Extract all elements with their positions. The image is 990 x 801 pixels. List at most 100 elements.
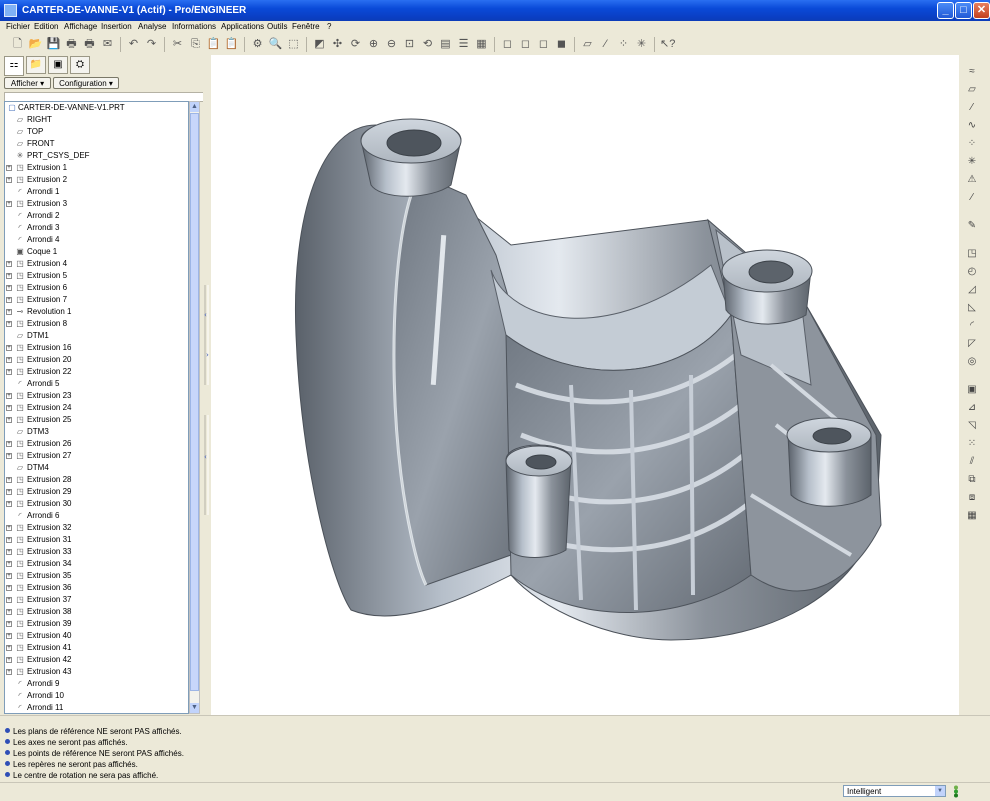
menu-help[interactable]: ? [327,22,331,31]
expand-toggle-icon[interactable]: + [6,609,12,615]
expand-toggle-icon[interactable]: + [6,357,12,363]
wireframe-icon[interactable]: ◻ [500,37,515,52]
sketch-tool-icon[interactable]: ≈ [964,65,980,79]
expand-toggle-icon[interactable]: + [6,525,12,531]
expand-toggle-icon[interactable]: + [6,201,12,207]
connections-tab[interactable]: ⛭ [70,56,90,74]
sweep-tool-icon[interactable]: ◿ [964,283,980,297]
blend-tool-icon[interactable]: ◺ [964,301,980,315]
expand-toggle-icon[interactable]: + [6,261,12,267]
expand-toggle-icon[interactable]: + [6,537,12,543]
expand-toggle-icon[interactable]: + [6,165,12,171]
tree-scrollbar[interactable]: ▲ ▼ [189,101,200,714]
open-file-icon[interactable]: 📂 [28,37,43,52]
menu-fichier[interactable]: Fichier [6,22,30,31]
undo-icon[interactable]: ↶ [126,37,141,52]
menu-outils[interactable]: Outils [267,22,287,31]
print-icon[interactable]: 🖶 [64,37,79,52]
save-icon[interactable]: 💾 [46,37,61,52]
shading-icon[interactable]: ◼ [554,37,569,52]
csys-display-icon[interactable]: ✳ [634,37,649,52]
favorites-tab[interactable]: ▣ [48,56,68,74]
zoom-out-icon[interactable]: ⊖ [384,37,399,52]
app-icon[interactable] [4,4,17,17]
expand-toggle-icon[interactable]: + [6,393,12,399]
datum-axis-display-icon[interactable]: ⁄ [598,37,613,52]
datum-point-display-icon[interactable]: ⁘ [616,37,631,52]
paste-special-icon[interactable]: 📋 [224,37,239,52]
close-button[interactable]: ✕ [973,2,990,19]
revolve-tool-icon[interactable]: ◴ [964,265,980,279]
panel-splitter[interactable]: ‹ › ‹ [203,55,211,715]
graphics-window[interactable] [211,55,959,715]
round-tool-icon[interactable]: ◜ [964,319,980,333]
expand-toggle-icon[interactable]: + [6,297,12,303]
cut-icon[interactable]: ✂ [170,37,185,52]
chamfer-tool-icon[interactable]: ◸ [964,337,980,351]
expand-toggle-icon[interactable]: + [6,453,12,459]
annotation-tool-icon[interactable]: ✎ [964,219,980,233]
copy-icon[interactable]: ⎘ [188,37,203,52]
model-tree[interactable]: ▢ CARTER-DE-VANNE-V1.PRT ▱ RIGHT ▱ TOP ▱ FRON… [4,101,189,714]
minimize-button[interactable]: _ [937,2,954,19]
expand-toggle-icon[interactable]: + [6,549,12,555]
expand-toggle-icon[interactable]: + [6,501,12,507]
scroll-up-arrow[interactable]: ▲ [190,102,199,112]
repaint-icon[interactable]: ◩ [312,37,327,52]
model-tree-tab[interactable]: ⚏ [4,56,24,76]
expand-toggle-icon[interactable]: + [6,441,12,447]
datum-plane-tool-icon[interactable]: ▱ [964,83,980,97]
email-icon[interactable]: ✉ [100,37,115,52]
trim-tool-icon[interactable]: ⧈ [964,491,980,505]
expand-toggle-icon[interactable]: + [6,273,12,279]
layers-icon[interactable]: ☰ [456,37,471,52]
offset-tool-icon[interactable]: ▦ [964,509,980,523]
expand-toggle-icon[interactable]: + [6,369,12,375]
expand-toggle-icon[interactable]: + [6,285,12,291]
expand-toggle-icon[interactable]: + [6,597,12,603]
expand-toggle-icon[interactable]: + [6,417,12,423]
no-hidden-icon[interactable]: ◻ [536,37,551,52]
expand-toggle-icon[interactable]: + [6,573,12,579]
spin-center-icon[interactable]: ✣ [330,37,345,52]
show-menu-button[interactable]: Afficher ▾ [4,77,51,89]
shell-tool-icon[interactable]: ▣ [964,383,980,397]
scroll-down-arrow[interactable]: ▼ [190,703,199,713]
merge-tool-icon[interactable]: ⧉ [964,473,980,487]
print-preview-icon[interactable]: 🖶 [82,37,97,52]
expand-toggle-icon[interactable]: + [6,405,12,411]
new-file-icon[interactable]: 🗋 [10,37,25,52]
extrude-tool-icon[interactable]: ◳ [964,247,980,261]
expand-toggle-icon[interactable]: + [6,657,12,663]
menu-informations[interactable]: Informations [172,22,216,31]
menu-affichage[interactable]: Affichage [64,22,97,31]
datum-plane-display-icon[interactable]: ▱ [580,37,595,52]
redo-icon[interactable]: ↷ [144,37,159,52]
datum-curve-tool-icon[interactable]: ∿ [964,119,980,133]
expand-toggle-icon[interactable]: + [6,489,12,495]
analysis-tool-icon[interactable]: ⚠ [964,173,980,187]
menu-analyse[interactable]: Analyse [138,22,166,31]
regenerate-icon[interactable]: ⚙ [250,37,265,52]
reorient-icon[interactable]: ⟲ [420,37,435,52]
expand-toggle-icon[interactable]: + [6,621,12,627]
context-help-icon[interactable]: ↖? [660,37,675,52]
expand-toggle-icon[interactable]: + [6,669,12,675]
expand-toggle-icon[interactable]: + [6,645,12,651]
disabled-tool-icon[interactable]: ∕ [964,191,980,205]
selection-filter-dropdown[interactable]: Intelligent ▼ [843,785,946,797]
menu-fenetre[interactable]: Fenêtre [292,22,320,31]
rib-tool-icon[interactable]: ⊿ [964,401,980,415]
expand-toggle-icon[interactable]: + [6,477,12,483]
pattern-tool-icon[interactable]: ⁙ [964,437,980,451]
find-icon[interactable]: 🔍 [268,37,283,52]
datum-point-tool-icon[interactable]: ⁘ [964,137,980,151]
hidden-line-icon[interactable]: ◻ [518,37,533,52]
refit-icon[interactable]: ⊡ [402,37,417,52]
expand-toggle-icon[interactable]: + [6,177,12,183]
menu-edition[interactable]: Edition [34,22,58,31]
select-box-icon[interactable]: ⬚ [286,37,301,52]
scroll-thumb[interactable] [190,113,199,691]
configuration-menu-button[interactable]: Configuration ▾ [53,77,119,89]
mirror-tool-icon[interactable]: ⫽ [964,455,980,469]
